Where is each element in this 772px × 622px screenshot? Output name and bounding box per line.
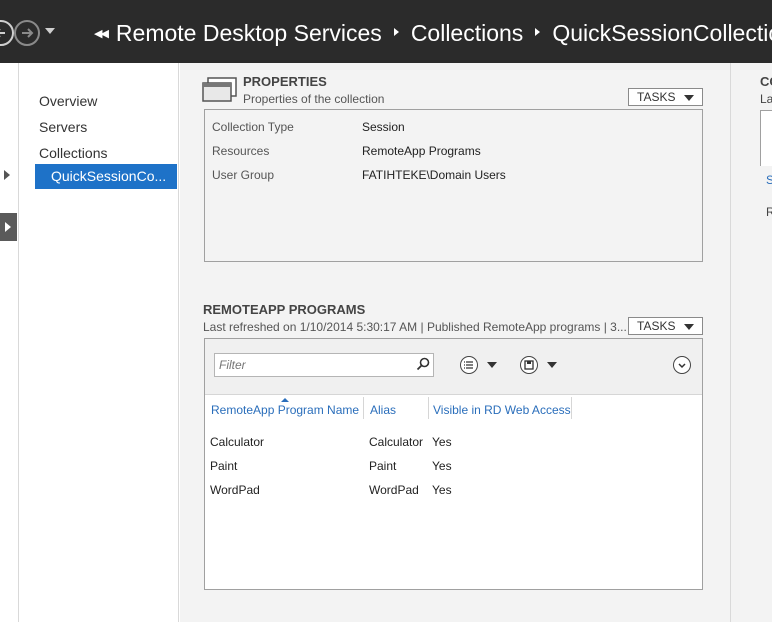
sort-ascending-icon [281,398,289,402]
cell-visible: Yes [432,459,452,473]
column-header-visible[interactable]: Visible in RD Web Access [433,403,571,417]
nav-item-collections[interactable]: Collections [39,145,107,161]
breadcrumb-item-collections[interactable]: Collections [411,20,524,47]
remoteapp-tasks-button[interactable]: TASKS [628,317,703,335]
right-panel-subtitle: La [760,92,772,106]
property-value: FATIHTEKE\Domain Users [362,168,506,182]
breadcrumb: ◀◀ Remote Desktop Services Collections Q… [94,17,772,49]
left-strip [0,63,19,622]
nav-item-quicksessioncollection[interactable]: QuickSessionCo... [35,164,177,189]
chevron-down-icon [684,324,694,330]
back-button[interactable] [0,20,14,46]
search-icon[interactable] [416,357,430,371]
breadcrumb-item-rds[interactable]: Remote Desktop Services [116,20,382,47]
forward-arrow-icon [22,28,34,38]
property-value: RemoteApp Programs [362,144,481,158]
tasks-label: TASKS [637,319,676,333]
remoteapp-list: RemoteApp Program Name Alias Visible in … [204,338,703,590]
right-panel-title: CO [760,74,772,89]
right-panel-box [760,110,772,166]
chevron-down-icon [678,363,686,369]
breadcrumb-separator-icon [535,28,541,36]
column-header-alias[interactable]: Alias [370,403,396,417]
property-value: Session [362,120,405,134]
save-icon [524,360,534,370]
cell-alias: WordPad [369,483,419,497]
chevron-down-icon [684,95,694,101]
property-label: Collection Type [212,120,294,134]
column-header-name[interactable]: RemoteApp Program Name [211,403,359,417]
navigation-pane: Overview Servers Collections QuickSessio… [20,63,179,622]
nav-item-servers[interactable]: Servers [39,119,87,135]
cell-visible: Yes [432,435,452,449]
server-manager-window: ◀◀ Remote Desktop Services Collections Q… [0,0,772,622]
expand-pane-button[interactable] [0,213,17,241]
save-query-button[interactable] [520,356,538,374]
properties-title: PROPERTIES [243,74,327,89]
nav-item-overview[interactable]: Overview [39,93,97,109]
properties-box: Collection Type Session Resources Remote… [204,109,703,262]
properties-icon [202,77,237,102]
list-view-button[interactable] [460,356,478,374]
cell-alias: Paint [369,459,397,473]
right-panel-text: R [766,205,772,219]
cell-name: Calculator [210,435,265,449]
column-divider[interactable] [363,397,364,419]
column-divider[interactable] [428,397,429,419]
cell-alias: Calculator [369,435,424,449]
breadcrumb-item-collection-name[interactable]: QuickSessionCollection [552,20,772,47]
list-toolbar [205,339,702,395]
remoteapp-title: REMOTEAPP PROGRAMS [203,302,366,317]
expand-collapse-button[interactable] [673,356,691,374]
expand-arrow-icon[interactable] [4,170,10,180]
tasks-label: TASKS [637,90,676,104]
breadcrumb-separator-icon [393,28,399,36]
property-label: Resources [212,144,270,158]
forward-button[interactable] [14,20,40,46]
cell-name: Paint [210,459,238,473]
remoteapp-subtitle: Last refreshed on 1/10/2014 5:30:17 AM |… [203,320,627,334]
header-bar: ◀◀ Remote Desktop Services Collections Q… [0,0,772,63]
filter-input[interactable] [214,353,434,377]
cell-name: WordPad [210,483,260,497]
cell-visible: Yes [432,483,452,497]
history-dropdown-icon[interactable] [45,28,55,34]
right-panel-link[interactable]: S [766,173,772,187]
property-label: User Group [212,168,275,182]
properties-tasks-button[interactable]: TASKS [628,88,703,106]
save-query-dropdown-icon[interactable] [547,362,557,368]
column-divider[interactable] [571,397,572,419]
back-arrow-icon [0,29,5,37]
breadcrumb-overflow-icon[interactable]: ◀◀ [94,27,109,40]
list-icon [464,361,473,369]
list-view-dropdown-icon[interactable] [487,362,497,368]
properties-subtitle: Properties of the collection [243,92,385,106]
